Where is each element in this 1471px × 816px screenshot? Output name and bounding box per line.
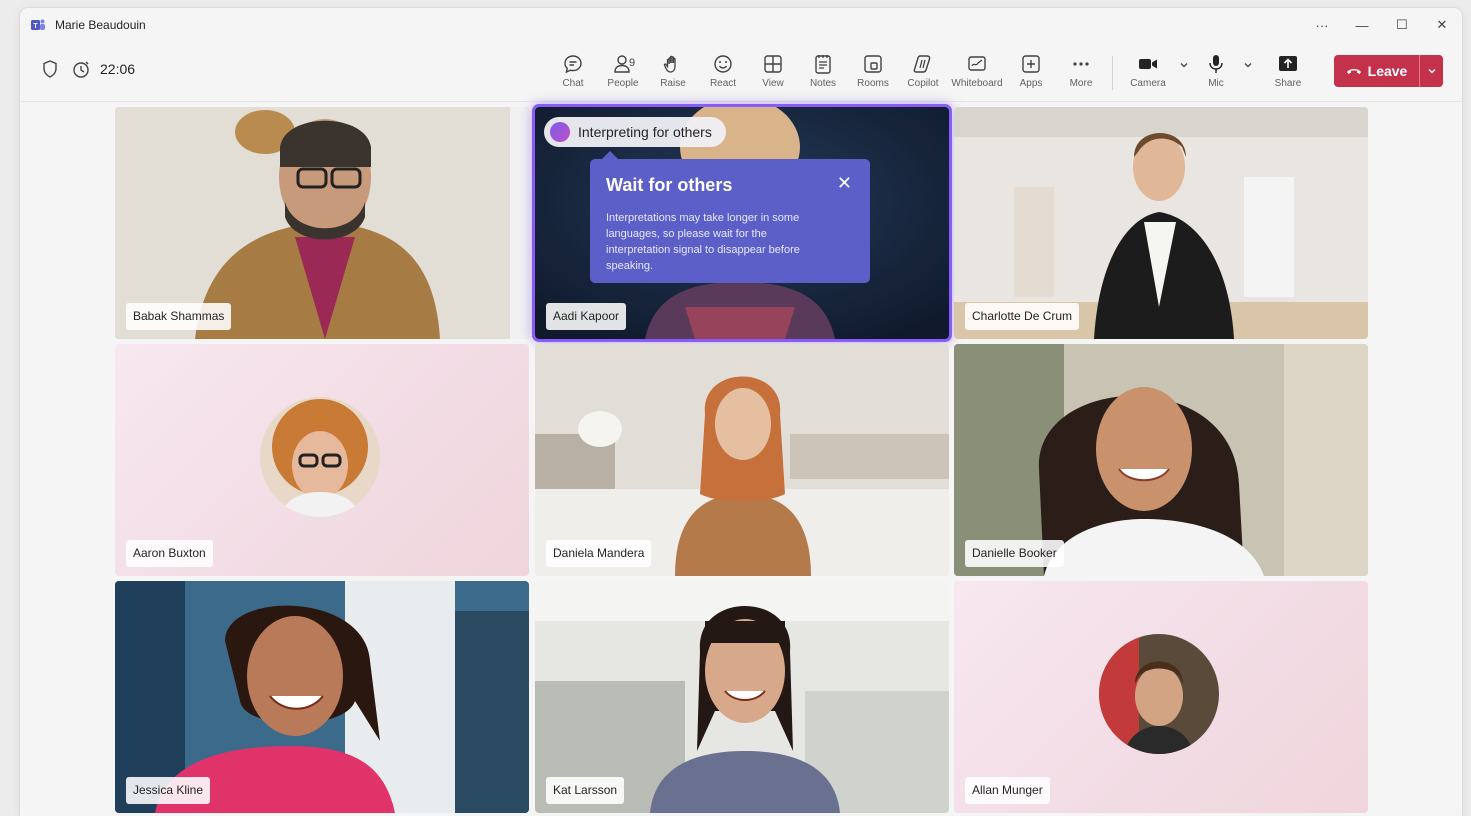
leave-button-group: Leave [1334,55,1443,87]
people-label: People [607,78,639,89]
copilot-icon [913,55,931,73]
microphone-icon [1209,55,1223,73]
hang-up-icon [1346,69,1361,74]
chevron-down-icon [1428,69,1435,74]
participant-tile[interactable]: Allan Munger [954,581,1368,813]
wait-for-others-callout: Wait for others Interpretations may take… [590,151,870,283]
avatar-photo [1099,634,1219,754]
react-button[interactable]: React [698,50,748,96]
view-button[interactable]: View [748,50,798,96]
avatar [260,397,380,517]
chevron-down-icon [1180,63,1188,68]
video-gallery: Babak Shammas Interpreting for others Wa… [115,107,1369,813]
interpretation-icon [550,122,570,142]
avatar-photo [260,397,380,517]
mic-button[interactable]: Mic [1191,50,1241,96]
grid-icon [764,55,782,73]
window-controls: ··· — ☐ ✕ [1302,8,1462,42]
participant-tile[interactable]: Charlotte De Crum [954,107,1368,339]
participant-tile[interactable]: Danielle Booker [954,344,1368,576]
leave-label: Leave [1367,63,1408,79]
whiteboard-icon [968,56,986,71]
meeting-timer: 22:06 [100,61,136,77]
people-count-badge: 9 [629,57,636,69]
whiteboard-label: Whiteboard [951,78,1003,89]
participant-name: Kat Larsson [546,777,625,804]
notes-icon [815,55,831,74]
meeting-toolbar: 22:06 Chat 9 People Raise React View Not… [20,42,1462,102]
rooms-button[interactable]: Rooms [848,50,898,96]
toolbar-divider [1112,56,1113,90]
interpreting-text: Interpreting for others [578,124,712,140]
camera-button[interactable]: Camera [1119,50,1177,96]
participant-tile[interactable]: Jessica Kline [115,581,529,813]
participant-name: Charlotte De Crum [965,303,1080,330]
share-screen-icon [1279,56,1297,71]
copilot-button[interactable]: Copilot [898,50,948,96]
shield-icon[interactable] [42,60,58,78]
leave-options-chevron[interactable] [1420,55,1443,87]
raise-hand-button[interactable]: Raise [648,50,698,96]
more-button[interactable]: More [1056,50,1106,96]
title-bar: T Marie Beaudouin ··· — ☐ ✕ [20,8,1462,42]
rooms-icon [864,55,882,73]
meeting-info: 22:06 [42,60,135,78]
teams-meeting-window: T Marie Beaudouin ··· — ☐ ✕ 22:06 Chat 9… [20,8,1462,816]
more-icon [1073,62,1089,66]
chat-icon [564,55,582,74]
participant-name: Danielle Booker [965,540,1064,567]
participant-name: Aadi Kapoor [546,303,627,330]
participant-tile[interactable]: Aaron Buxton [115,344,529,576]
mic-options-chevron[interactable] [1241,42,1255,88]
participant-name: Aaron Buxton [126,540,213,567]
close-window-button[interactable]: ✕ [1422,8,1462,42]
chat-button[interactable]: Chat [548,50,598,96]
callout-body: Interpretations may take longer in some … [606,212,800,272]
participant-name: Jessica Kline [126,777,211,804]
participant-tile[interactable]: Daniela Mandera [535,344,949,576]
apps-icon [1022,55,1040,73]
participant-tile-interpreter[interactable]: Interpreting for others Wait for others … [535,107,949,339]
minimize-button[interactable]: — [1342,8,1382,42]
avatar [1099,634,1219,754]
window-more-button[interactable]: ··· [1302,8,1342,42]
whiteboard-button[interactable]: Whiteboard [948,50,1006,96]
svg-text:T: T [33,23,38,30]
toolbar-actions: Chat 9 People Raise React View Notes Roo… [548,50,1313,96]
camera-options-chevron[interactable] [1177,42,1191,88]
people-button[interactable]: 9 People [598,50,648,96]
chat-label: Chat [562,78,584,89]
participant-name: Allan Munger [965,777,1050,804]
smile-icon [714,55,732,73]
close-icon[interactable]: ✕ [837,173,852,194]
apps-button[interactable]: Apps [1006,50,1056,96]
view-label: View [762,78,784,89]
leave-button[interactable]: Leave [1334,55,1420,87]
hand-icon [663,55,676,73]
participant-tile[interactable]: Kat Larsson [535,581,949,813]
recording-timer-icon [73,61,89,78]
interpreting-pill[interactable]: Interpreting for others [544,117,726,147]
copilot-label: Copilot [907,78,939,89]
notes-label: Notes [809,78,837,89]
participant-name: Babak Shammas [126,303,232,330]
raise-label: Raise [660,78,686,89]
rooms-label: Rooms [857,78,889,89]
apps-label: Apps [1019,78,1043,89]
chevron-down-icon [1244,63,1252,68]
react-label: React [709,78,737,89]
camera-label: Camera [1130,78,1166,89]
window-title: Marie Beaudouin [55,18,146,32]
maximize-button[interactable]: ☐ [1382,8,1422,42]
share-label: Share [1274,78,1302,89]
more-label: More [1069,78,1093,89]
callout-title: Wait for others [606,175,733,195]
share-button[interactable]: Share [1263,50,1313,96]
participant-name: Daniela Mandera [546,540,652,567]
participant-tile[interactable]: Babak Shammas [115,107,529,339]
notes-button[interactable]: Notes [798,50,848,96]
camera-icon [1139,59,1157,69]
teams-logo-icon: T [31,19,45,30]
mic-label: Mic [1208,78,1224,89]
